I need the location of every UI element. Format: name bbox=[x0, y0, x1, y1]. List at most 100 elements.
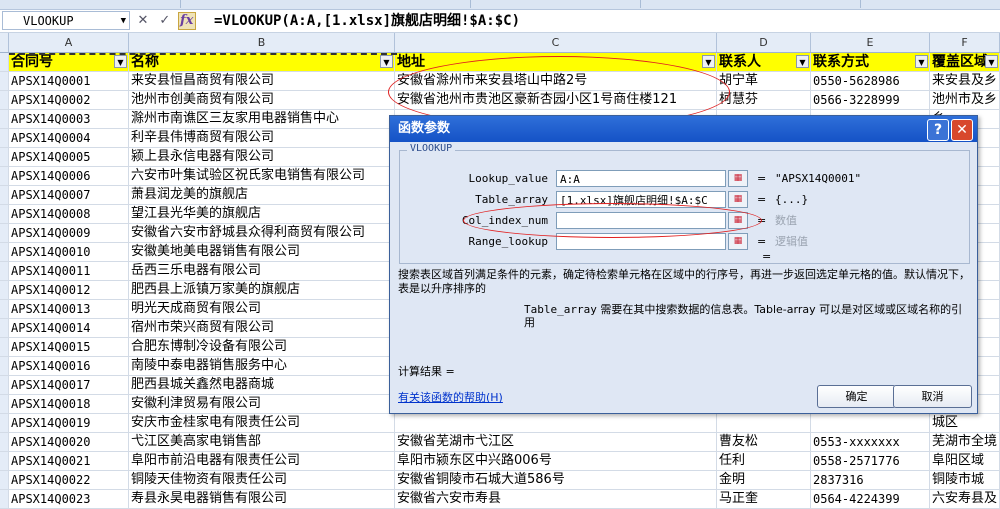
row-header[interactable] bbox=[0, 395, 9, 413]
table-cell[interactable]: 0550-5628986 bbox=[811, 72, 930, 90]
table-cell[interactable]: 六安市叶集试验区祝氏家电销售有限公司 bbox=[129, 167, 395, 185]
table-cell[interactable]: 柯慧芬 bbox=[717, 91, 811, 109]
filter-dropdown-icon[interactable]: ▼ bbox=[985, 55, 998, 68]
row-header[interactable] bbox=[0, 338, 9, 356]
table-cell[interactable]: 2837316 bbox=[811, 471, 930, 489]
column-header-e[interactable]: E bbox=[811, 33, 930, 52]
table-cell[interactable]: 池州市创美商贸有限公司 bbox=[129, 91, 395, 109]
table-cell[interactable]: APSX14Q0007 bbox=[9, 186, 129, 204]
ok-button[interactable]: 确定 bbox=[817, 385, 896, 408]
table-cell[interactable]: APSX14Q0012 bbox=[9, 281, 129, 299]
header-cell[interactable]: 联系方式 ▼ bbox=[811, 53, 930, 71]
row-header[interactable] bbox=[0, 91, 9, 109]
header-cell[interactable]: 覆盖区域 ▼ bbox=[930, 53, 1000, 71]
table-cell[interactable]: APSX14Q0023 bbox=[9, 490, 129, 508]
range-picker-icon[interactable]: ▦ bbox=[728, 191, 748, 208]
table-cell[interactable] bbox=[717, 414, 811, 432]
table-cell[interactable]: 来安县及乡 bbox=[930, 72, 1000, 90]
column-header-c[interactable]: C bbox=[395, 33, 717, 52]
row-header[interactable] bbox=[0, 53, 9, 71]
header-cell[interactable]: 合同号 ▼ bbox=[9, 53, 129, 71]
table-cell[interactable]: APSX14Q0020 bbox=[9, 433, 129, 451]
row-header[interactable] bbox=[0, 471, 9, 489]
table-cell[interactable]: 0558-2571776 bbox=[811, 452, 930, 470]
column-header-b[interactable]: B bbox=[129, 33, 395, 52]
table-cell[interactable]: APSX14Q0014 bbox=[9, 319, 129, 337]
table-cell[interactable]: 合肥东博制冷设备有限公司 bbox=[129, 338, 395, 356]
table-cell[interactable] bbox=[811, 414, 930, 432]
table-cell[interactable]: 池州市及乡 bbox=[930, 91, 1000, 109]
row-header[interactable] bbox=[0, 72, 9, 90]
range-picker-icon[interactable]: ▦ bbox=[728, 170, 748, 187]
table-cell[interactable]: 六安寿县及 bbox=[930, 490, 1000, 508]
table-cell[interactable]: 肥西县上派镇万家美的旗舰店 bbox=[129, 281, 395, 299]
table-cell[interactable]: APSX14Q0004 bbox=[9, 129, 129, 147]
row-header[interactable] bbox=[0, 433, 9, 451]
table-cell[interactable]: 阜阳市前沿电器有限责任公司 bbox=[129, 452, 395, 470]
table-cell[interactable]: 0564-4224399 bbox=[811, 490, 930, 508]
table-cell[interactable]: APSX14Q0017 bbox=[9, 376, 129, 394]
table-cell[interactable]: 安徽省六安市寿县 bbox=[395, 490, 717, 508]
column-header-a[interactable]: A bbox=[9, 33, 129, 52]
row-header[interactable] bbox=[0, 376, 9, 394]
table-cell[interactable]: 马正奎 bbox=[717, 490, 811, 508]
row-header[interactable] bbox=[0, 224, 9, 242]
table-cell[interactable]: 南陵中泰电器销售服务中心 bbox=[129, 357, 395, 375]
table-cell[interactable]: APSX14Q0019 bbox=[9, 414, 129, 432]
table-cell[interactable]: 安徽省铜陵市石城大道586号 bbox=[395, 471, 717, 489]
table-cell[interactable]: APSX14Q0006 bbox=[9, 167, 129, 185]
table-cell[interactable]: APSX14Q0001 bbox=[9, 72, 129, 90]
table-cell[interactable]: APSX14Q0005 bbox=[9, 148, 129, 166]
table-cell[interactable]: 宿州市荣兴商贸有限公司 bbox=[129, 319, 395, 337]
table-cell[interactable]: APSX14Q0002 bbox=[9, 91, 129, 109]
row-header[interactable] bbox=[0, 357, 9, 375]
table-cell[interactable]: 金明 bbox=[717, 471, 811, 489]
row-header[interactable] bbox=[0, 186, 9, 204]
filter-dropdown-icon[interactable]: ▼ bbox=[114, 55, 127, 68]
table-cell[interactable]: APSX14Q0010 bbox=[9, 243, 129, 261]
row-header[interactable] bbox=[0, 129, 9, 147]
table-cell[interactable]: 任利 bbox=[717, 452, 811, 470]
argument-input[interactable]: A:A bbox=[556, 170, 726, 187]
table-cell[interactable]: 安庆市金桂家电有限责任公司 bbox=[129, 414, 395, 432]
table-cell[interactable]: 滁州市南谯区三友家用电器销售中心 bbox=[129, 110, 395, 128]
row-header[interactable] bbox=[0, 110, 9, 128]
row-header[interactable] bbox=[0, 243, 9, 261]
table-cell[interactable]: 岳西三乐电器有限公司 bbox=[129, 262, 395, 280]
table-cell[interactable]: 阜阳市颍东区中兴路006号 bbox=[395, 452, 717, 470]
help-icon[interactable]: ? bbox=[927, 119, 949, 141]
confirm-formula-icon[interactable]: ✓ bbox=[156, 12, 174, 30]
table-cell[interactable]: 寿县永昊电器销售有限公司 bbox=[129, 490, 395, 508]
table-cell[interactable]: 铜陵天佳物资有限责任公司 bbox=[129, 471, 395, 489]
table-cell[interactable]: 曹友松 bbox=[717, 433, 811, 451]
row-header[interactable] bbox=[0, 262, 9, 280]
table-cell[interactable]: 铜陵市城 bbox=[930, 471, 1000, 489]
filter-dropdown-icon[interactable]: ▼ bbox=[915, 55, 928, 68]
table-cell[interactable]: 肥西县城关鑫然电器商城 bbox=[129, 376, 395, 394]
cancel-button[interactable]: 取消 bbox=[893, 385, 972, 408]
row-header[interactable] bbox=[0, 490, 9, 508]
header-cell[interactable]: 联系人 ▼ bbox=[717, 53, 811, 71]
row-header[interactable] bbox=[0, 452, 9, 470]
formula-input[interactable]: =VLOOKUP(A:A,[1.xlsx]旗舰店明细!$A:$C) bbox=[214, 11, 520, 31]
filter-dropdown-icon[interactable]: ▼ bbox=[702, 55, 715, 68]
table-cell[interactable]: 胡宁革 bbox=[717, 72, 811, 90]
row-header[interactable] bbox=[0, 300, 9, 318]
table-cell[interactable]: 芜湖市全境 bbox=[930, 433, 1000, 451]
function-help-link[interactable]: 有关该函数的帮助(H) bbox=[398, 389, 503, 405]
table-cell[interactable]: 利辛县伟博商贸有限公司 bbox=[129, 129, 395, 147]
select-all-corner[interactable] bbox=[0, 33, 9, 52]
table-cell[interactable]: 安徽省六安市舒城县众得利商贸有限公司 bbox=[129, 224, 395, 242]
table-cell[interactable]: APSX14Q0022 bbox=[9, 471, 129, 489]
filter-dropdown-icon[interactable]: ▼ bbox=[796, 55, 809, 68]
row-header[interactable] bbox=[0, 148, 9, 166]
table-cell[interactable]: APSX14Q0015 bbox=[9, 338, 129, 356]
row-header[interactable] bbox=[0, 167, 9, 185]
chevron-down-icon[interactable]: ▼ bbox=[121, 12, 126, 31]
table-cell[interactable]: 萧县润龙美的旗舰店 bbox=[129, 186, 395, 204]
table-cell[interactable]: APSX14Q0011 bbox=[9, 262, 129, 280]
table-cell[interactable]: 安徽美地美电器销售有限公司 bbox=[129, 243, 395, 261]
table-cell[interactable]: APSX14Q0021 bbox=[9, 452, 129, 470]
cancel-formula-icon[interactable]: ✕ bbox=[134, 12, 152, 30]
table-cell[interactable]: APSX14Q0018 bbox=[9, 395, 129, 413]
